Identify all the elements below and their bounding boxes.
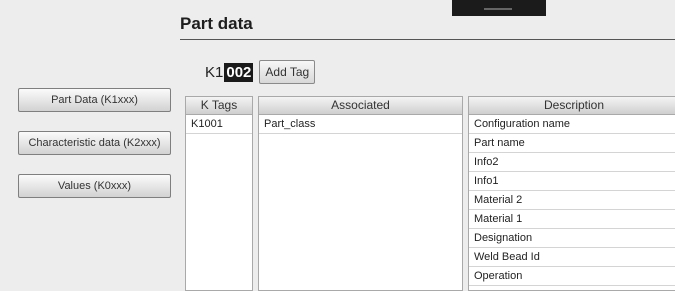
tag-entry-row: K1 002 Add Tag — [205, 60, 316, 84]
title-divider — [180, 39, 675, 40]
associated-header[interactable]: Associated — [259, 97, 462, 115]
table-row[interactable]: Part name — [469, 134, 675, 153]
description-header[interactable]: Description — [469, 97, 675, 115]
values-button[interactable]: Values (K0xxx) — [18, 174, 171, 198]
tag-prefix-label: K1 — [205, 63, 224, 81]
table-row[interactable]: Info2 — [469, 153, 675, 172]
table-row[interactable]: Configuration name — [469, 115, 675, 134]
strip-handle — [484, 8, 512, 10]
page-title: Part data — [180, 14, 253, 33]
table-row[interactable]: Designation — [469, 229, 675, 248]
table-row[interactable]: Info1 — [469, 172, 675, 191]
description-table[interactable]: Description Configuration name Part name… — [468, 96, 675, 291]
characteristic-data-button[interactable]: Characteristic data (K2xxx) — [18, 131, 171, 155]
k-tags-table[interactable]: K Tags K1001 — [185, 96, 253, 291]
table-row[interactable]: Weld Bead Id — [469, 248, 675, 267]
table-row[interactable]: Material 2 — [469, 191, 675, 210]
table-row[interactable]: Part_class — [259, 115, 462, 134]
k-tags-header[interactable]: K Tags — [186, 97, 252, 115]
table-row[interactable]: Operation — [469, 267, 675, 286]
table-row[interactable]: Material 1 — [469, 210, 675, 229]
top-window-strip — [452, 0, 546, 16]
part-data-button[interactable]: Part Data (K1xxx) — [18, 88, 171, 112]
tag-number-input[interactable]: 002 — [224, 62, 254, 82]
add-tag-button[interactable]: Add Tag — [259, 60, 316, 84]
associated-table[interactable]: Associated Part_class — [258, 96, 463, 291]
table-row[interactable]: K1001 — [186, 115, 252, 134]
